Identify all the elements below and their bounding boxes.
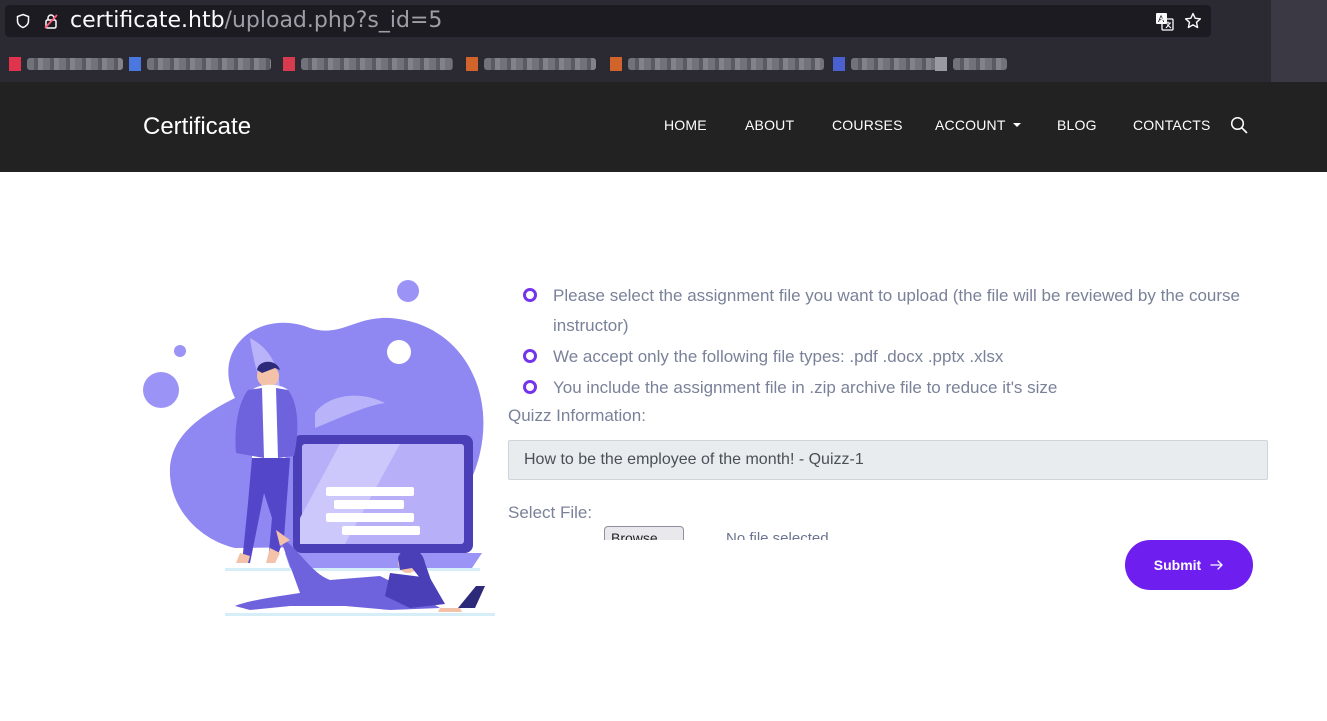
instruction-text: We accept only the following file types:… xyxy=(553,347,1004,366)
bookmark-label-blurred xyxy=(953,58,1007,70)
browse-button[interactable]: Browse... xyxy=(604,526,684,540)
instruction-text: You include the assignment file in .zip … xyxy=(553,378,1058,397)
bookmark-label-blurred xyxy=(301,58,453,70)
submit-button[interactable]: Submit xyxy=(1125,540,1253,590)
nav-blog[interactable]: BLOG xyxy=(1057,116,1097,134)
bookmark-favicon-icon xyxy=(466,57,478,71)
circle-bullet-icon xyxy=(523,288,537,302)
bookmark-label-blurred xyxy=(628,58,824,70)
brand-logo[interactable]: Certificate xyxy=(143,113,251,141)
quiz-info-label: Quizz Information: xyxy=(508,406,646,425)
bookmark-label-blurred xyxy=(851,58,937,70)
bookmark-favicon-icon xyxy=(610,57,622,71)
bookmark-item[interactable] xyxy=(129,55,271,73)
instruction-item: You include the assignment file in .zip … xyxy=(520,373,1260,403)
bookmark-item[interactable] xyxy=(283,55,453,73)
upload-illustration xyxy=(143,280,495,616)
bookmark-favicon-icon xyxy=(283,57,295,71)
bookmark-label-blurred xyxy=(27,58,123,70)
bookmark-favicon-icon xyxy=(833,57,845,71)
browser-chrome: certificate.htb/upload.php?s_id=5 A xyxy=(0,0,1327,82)
bookmark-item[interactable] xyxy=(935,55,1007,73)
nav-contacts[interactable]: CONTACTS xyxy=(1133,116,1211,134)
nav-account-label: ACCOUNT xyxy=(935,117,1006,133)
bookmark-star-icon[interactable] xyxy=(1184,12,1202,30)
circle-bullet-icon xyxy=(523,380,537,394)
bookmark-label-blurred xyxy=(147,58,271,70)
arrow-right-icon xyxy=(1210,560,1223,570)
bookmark-item[interactable] xyxy=(833,55,937,73)
caret-down-icon xyxy=(1012,123,1021,127)
no-file-selected-text: No file selected. xyxy=(726,530,833,540)
instruction-text: Please select the assignment file you wa… xyxy=(553,286,1240,335)
bookmark-item[interactable] xyxy=(610,55,824,73)
nav-account-dropdown[interactable]: ACCOUNT xyxy=(935,116,1021,134)
quiz-info-field[interactable]: How to be the employee of the month! - Q… xyxy=(508,440,1268,480)
site-navbar: Certificate HOME ABOUT COURSES ACCOUNT B… xyxy=(0,82,1327,172)
nav-courses[interactable]: COURSES xyxy=(832,116,903,134)
url-path: /upload.php?s_id=5 xyxy=(224,8,443,33)
instruction-item: Please select the assignment file you wa… xyxy=(520,281,1260,341)
url-text[interactable]: certificate.htb/upload.php?s_id=5 xyxy=(70,8,442,34)
nav-about[interactable]: ABOUT xyxy=(745,116,794,134)
submit-label: Submit xyxy=(1153,557,1202,573)
bookmarks-toolbar xyxy=(0,48,1327,80)
lock-warning-icon[interactable] xyxy=(43,13,59,29)
bookmark-favicon-icon xyxy=(935,57,947,71)
bookmark-favicon-icon xyxy=(129,57,141,71)
bookmark-item[interactable] xyxy=(466,55,596,73)
file-input[interactable]: Browse... No file selected. xyxy=(508,524,908,540)
window-edge xyxy=(1271,0,1327,82)
url-host: certificate.htb xyxy=(70,8,225,33)
nav-home[interactable]: HOME xyxy=(664,116,707,134)
address-bar[interactable]: certificate.htb/upload.php?s_id=5 A xyxy=(5,5,1211,37)
circle-bullet-icon xyxy=(523,349,537,363)
bookmark-item[interactable] xyxy=(9,55,123,73)
bookmark-label-blurred xyxy=(484,58,596,70)
instruction-item: We accept only the following file types:… xyxy=(520,342,1260,372)
select-file-label: Select File: xyxy=(508,503,593,522)
search-icon[interactable] xyxy=(1230,116,1248,134)
shield-icon[interactable] xyxy=(15,13,31,29)
translate-icon[interactable]: A xyxy=(1155,12,1174,31)
bookmark-favicon-icon xyxy=(9,57,21,71)
